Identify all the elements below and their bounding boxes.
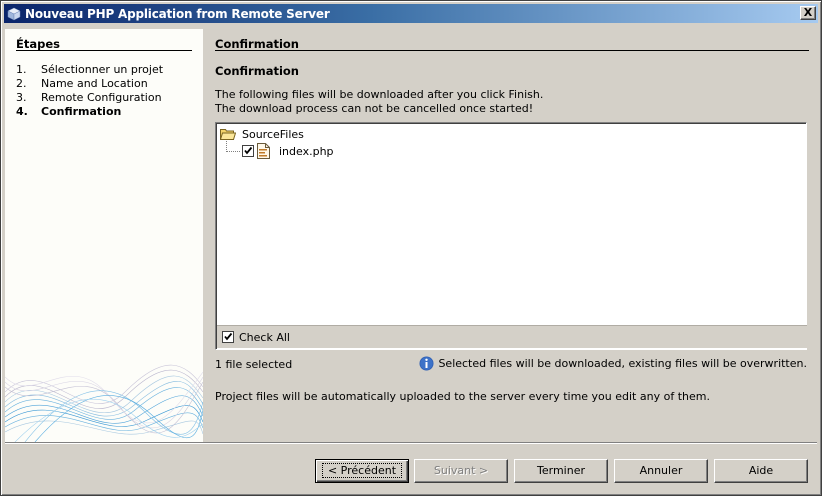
description: The following files will be downloaded a…	[215, 88, 543, 116]
folder-open-icon	[220, 129, 236, 140]
description-line-1: The following files will be downloaded a…	[215, 88, 544, 101]
tree-connector	[226, 151, 240, 152]
info-text: Selected files will be downloaded, exist…	[438, 357, 807, 370]
file-checkbox[interactable]	[242, 145, 254, 157]
tree-node-label: SourceFiles	[242, 127, 304, 141]
tree-node-index-php[interactable]: index.php	[242, 143, 334, 159]
close-button[interactable]: X	[800, 6, 816, 20]
steps-divider	[16, 50, 192, 51]
wizard-window: Nouveau PHP Application from Remote Serv…	[0, 0, 822, 496]
section-title: Confirmation	[215, 37, 299, 51]
step-number: 2.	[16, 77, 27, 90]
description-line-2: The download process can not be cancelle…	[215, 102, 534, 115]
step-number: 4.	[16, 105, 28, 118]
finish-button[interactable]: Terminer	[514, 459, 608, 483]
check-all-checkbox[interactable]	[222, 331, 234, 343]
file-tree[interactable]: SourceFiles index.php Check All	[215, 122, 807, 350]
step-item: 3. Remote Configuration	[16, 91, 163, 105]
upload-note: Project files will be automatically uplo…	[215, 390, 710, 403]
next-button-label: Suivant >	[433, 464, 489, 477]
next-button[interactable]: Suivant >	[414, 459, 508, 483]
title-bar[interactable]: Nouveau PHP Application from Remote Serv…	[4, 4, 818, 23]
php-file-icon	[257, 143, 270, 159]
steps-list: 1. Sélectionner un projet 2. Name and Loca…	[16, 63, 163, 119]
info-icon	[419, 356, 434, 371]
steps-title: Étapes	[16, 37, 60, 51]
finish-button-label: Terminer	[537, 464, 585, 477]
step-label: Confirmation	[41, 105, 122, 118]
checkmark-icon	[244, 146, 253, 155]
button-separator	[5, 442, 817, 444]
step-number: 3.	[16, 91, 27, 104]
info-message: Selected files will be downloaded, exist…	[419, 356, 807, 371]
netbeans-cube-icon	[7, 7, 21, 20]
previous-button-label: < Précédent	[321, 463, 403, 478]
cancel-button[interactable]: Annuler	[614, 459, 708, 483]
close-icon: X	[803, 6, 813, 19]
step-number: 1.	[16, 63, 27, 76]
step-label: Sélectionner un projet	[41, 63, 164, 76]
content-panel: Confirmation Confirmation The following …	[215, 29, 809, 442]
section-divider	[215, 50, 809, 51]
step-label: Remote Configuration	[41, 91, 162, 104]
check-all-bar: Check All	[217, 325, 807, 348]
step-label: Name and Location	[41, 77, 148, 90]
selected-count: 1 file selected	[215, 358, 293, 371]
steps-panel: Étapes 1. Sélectionner un projet 2. Name a…	[5, 29, 203, 442]
help-button[interactable]: Aide	[714, 459, 808, 483]
wave-decoration	[5, 364, 203, 442]
previous-button[interactable]: < Précédent	[315, 459, 409, 483]
sub-title: Confirmation	[215, 64, 299, 78]
help-button-label: Aide	[748, 464, 774, 477]
checkmark-icon	[224, 332, 233, 341]
window-title: Nouveau PHP Application from Remote Serv…	[25, 6, 330, 21]
cancel-button-label: Annuler	[639, 464, 683, 477]
tree-node-label: index.php	[279, 144, 334, 158]
step-item-current: 4. Confirmation	[16, 105, 163, 119]
tree-node-sourcefiles[interactable]: SourceFiles	[220, 127, 304, 141]
step-item: 2. Name and Location	[16, 77, 163, 91]
check-all-label[interactable]: Check All	[239, 331, 290, 344]
step-item: 1. Sélectionner un projet	[16, 63, 163, 77]
